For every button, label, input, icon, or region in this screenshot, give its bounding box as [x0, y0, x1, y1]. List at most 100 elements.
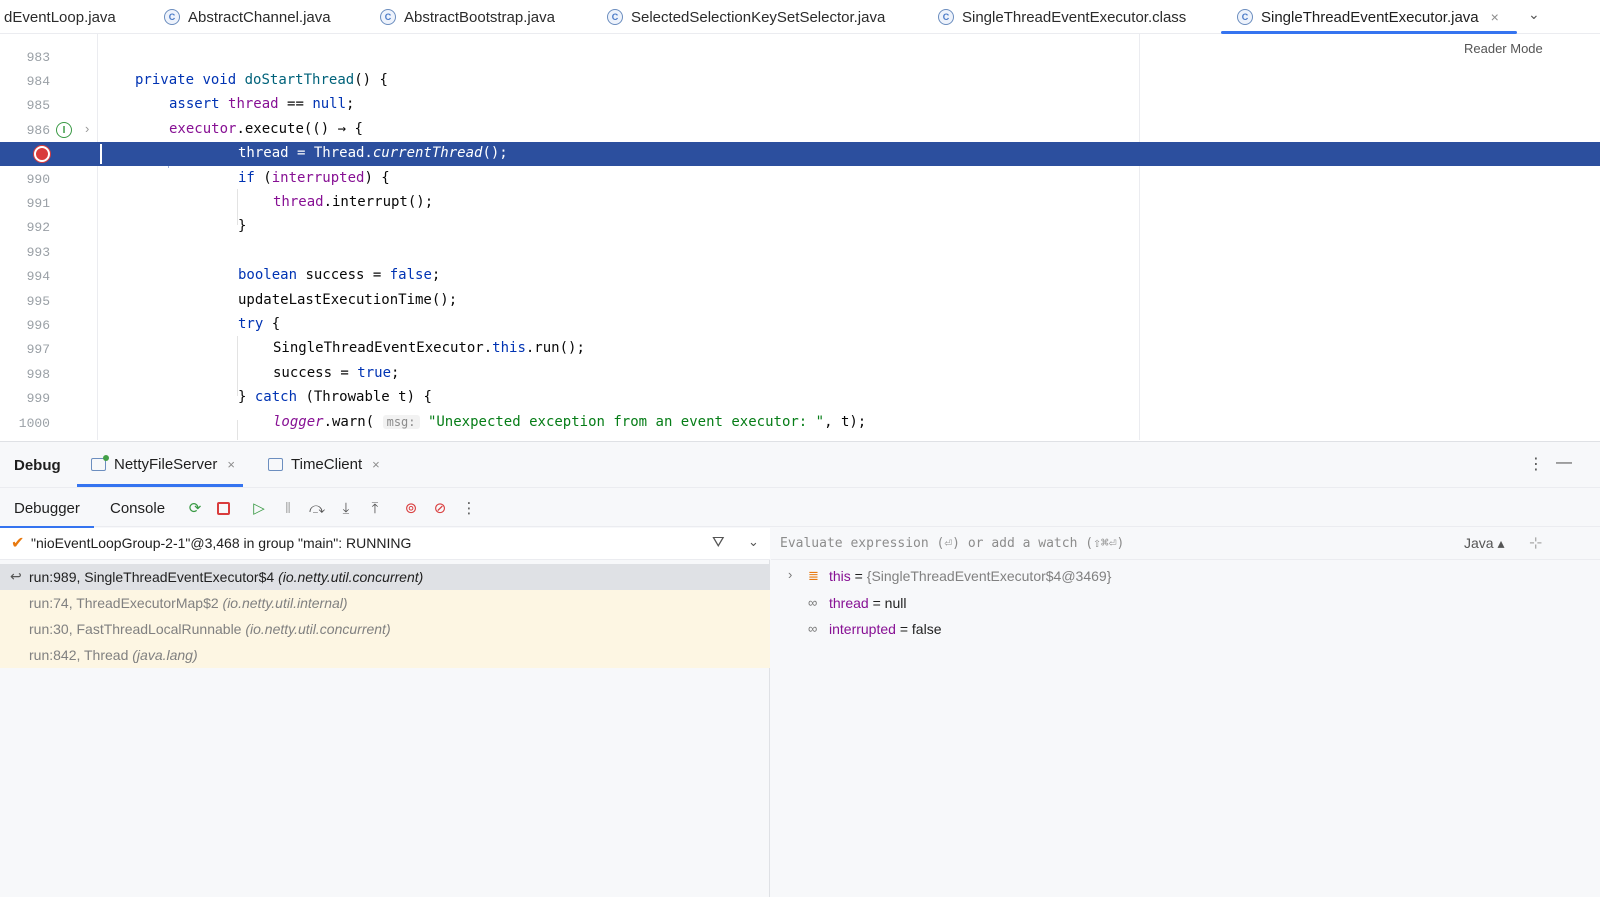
code-editor[interactable]: Reader Mode 983 984 private void doStart… [0, 34, 1600, 440]
line-number: 994 [26, 269, 50, 284]
variable-text: interrupted = false [829, 621, 942, 637]
step-into-icon[interactable]: ⤓ [336, 498, 356, 518]
line-number: 992 [26, 220, 50, 235]
watch-glasses-icon: ∞ [808, 621, 818, 636]
code-line: 993 [0, 240, 1600, 264]
code-line: 999 } catch (Throwable t) { [0, 386, 1600, 410]
chevron-down-icon[interactable]: ⌄ [1528, 6, 1540, 23]
stack-frame[interactable]: run:842, Thread (java.lang) [0, 642, 770, 668]
session-tab-timeclient[interactable]: TimeClient × [268, 442, 380, 487]
tab-eventloop[interactable]: dEventLoop.java [4, 0, 116, 34]
code-line: 984 private void doStartThread() { [0, 69, 1600, 93]
debug-title: Debug [14, 457, 61, 474]
tab-label: dEventLoop.java [4, 8, 116, 26]
code-text: SingleThreadEventExecutor.this.run(); [273, 340, 585, 356]
class-file-icon: C [164, 9, 180, 25]
expand-chevron-icon[interactable]: › [788, 567, 792, 582]
tab-label: AbstractChannel.java [188, 8, 331, 26]
eval-placeholder: Evaluate expression (⏎) or add a watch (… [780, 536, 1125, 551]
line-number: 997 [26, 342, 50, 357]
close-icon[interactable]: × [227, 457, 235, 472]
language-selector[interactable]: Java ▴ [1464, 535, 1505, 552]
code-text: try { [238, 316, 281, 332]
variable-row-this[interactable]: › ≣ this = {SingleThreadEventExecutor$4@… [771, 563, 1600, 589]
code-text: if (interrupted) { [238, 170, 390, 186]
code-text: thread = Thread.currentThread(); [238, 145, 508, 161]
tab-debugger[interactable]: Debugger [0, 488, 94, 529]
add-watch-icon[interactable]: ⊹ [1529, 533, 1542, 553]
session-tab-nettyfileserver[interactable]: NettyFileServer × [77, 442, 243, 487]
tab-label: Debugger [14, 499, 80, 517]
field-stack-icon: ≣ [808, 568, 819, 583]
code-line: 991 thread.interrupt(); [0, 191, 1600, 215]
line-number: 985 [26, 98, 50, 113]
frame-text: run:74, ThreadExecutorMap$2 (io.netty.ut… [29, 595, 348, 611]
stack-frame[interactable]: run:30, FastThreadLocalRunnable (io.nett… [0, 616, 770, 642]
variable-row-interrupted[interactable]: ∞ interrupted = false [771, 616, 1600, 642]
evaluate-expression-field[interactable]: Evaluate expression (⏎) or add a watch (… [771, 528, 1600, 560]
stop-icon[interactable] [213, 498, 233, 518]
filter-icon[interactable]: ⛛ [712, 534, 725, 551]
code-text: assert thread == null; [169, 96, 355, 112]
class-file-icon: C [938, 9, 954, 25]
app-run-icon [91, 455, 109, 471]
code-line: 986 I › executor.execute(() → { [0, 118, 1600, 142]
return-arrow-icon: ↩ [10, 568, 22, 584]
chevron-down-icon[interactable]: ⌄ [748, 534, 759, 550]
code-line: 985 assert thread == null; [0, 93, 1600, 117]
variable-text: thread = null [829, 595, 907, 611]
thread-selector[interactable]: ✔ "nioEventLoopGroup-2-1"@3,468 in group… [0, 528, 770, 560]
code-line: 998 success = true; [0, 362, 1600, 386]
watch-glasses-icon: ∞ [808, 595, 818, 610]
tab-label: Console [110, 499, 166, 517]
view-breakpoints-icon[interactable]: ⊚ [401, 498, 421, 518]
breakpoint-icon[interactable] [34, 146, 50, 162]
tab-console[interactable]: Console [110, 488, 165, 528]
minimize-icon[interactable]: — [1556, 454, 1572, 472]
line-number: 999 [26, 391, 50, 406]
tab-label: SingleThreadEventExecutor.class [962, 8, 1187, 26]
code-line: 995 updateLastExecutionTime(); [0, 289, 1600, 313]
code-text: } catch (Throwable t) { [238, 389, 432, 405]
line-number: 984 [26, 74, 50, 89]
frame-text: run:842, Thread (java.lang) [29, 647, 198, 663]
mute-breakpoints-icon[interactable]: ⊘ [430, 498, 450, 518]
tab-abstractbootstrap[interactable]: C AbstractBootstrap.java [380, 0, 555, 34]
text-caret [100, 144, 102, 164]
more-options-icon[interactable]: ⋮ [459, 498, 479, 518]
code-line: 990 if (interrupted) { [0, 167, 1600, 191]
tab-abstractchannel[interactable]: C AbstractChannel.java [164, 0, 331, 34]
code-text: updateLastExecutionTime(); [238, 292, 458, 308]
close-icon[interactable]: × [372, 457, 380, 472]
code-text: thread.interrupt(); [273, 194, 434, 210]
step-over-icon[interactable]: ⤼ [307, 498, 327, 518]
more-options-icon[interactable]: ⋮ [1528, 454, 1544, 474]
stack-frame[interactable]: run:74, ThreadExecutorMap$2 (io.netty.ut… [0, 590, 770, 616]
tab-label: AbstractBootstrap.java [404, 8, 555, 26]
fold-chevron-icon[interactable]: › [85, 121, 89, 136]
execution-point-line: thread = Thread.currentThread(); [0, 142, 1600, 166]
line-number: 986 [26, 123, 50, 138]
tab-singlethreadeventexecutor-class[interactable]: C SingleThreadEventExecutor.class [938, 0, 1186, 34]
variable-row-thread[interactable]: ∞ thread = null [771, 590, 1600, 616]
line-number: 998 [26, 367, 50, 382]
tab-label: SelectedSelectionKeySetSelector.java [631, 8, 886, 26]
code-line: 994 boolean success = false; [0, 264, 1600, 288]
checkmark-icon: ✔ [11, 535, 25, 552]
step-out-icon[interactable]: ⤒ [365, 498, 385, 518]
session-label: TimeClient [291, 456, 363, 473]
resume-icon[interactable]: ▷ [249, 498, 269, 518]
code-line: 983 [0, 45, 1600, 69]
line-number: 1000 [18, 416, 50, 431]
app-icon [268, 458, 283, 471]
class-file-icon: C [1237, 9, 1253, 25]
pause-icon[interactable]: ‖ [278, 498, 298, 518]
implementation-icon[interactable]: I [56, 122, 72, 138]
tab-label: SingleThreadEventExecutor.java [1261, 8, 1479, 26]
tab-singlethreadeventexecutor-java[interactable]: C SingleThreadEventExecutor.java × [1221, 0, 1517, 34]
tab-selectedselectionkeysetselector[interactable]: C SelectedSelectionKeySetSelector.java [607, 0, 885, 34]
stack-frame[interactable]: ↩ run:989, SingleThreadEventExecutor$4 (… [0, 564, 770, 590]
frames-panel: ✔ "nioEventLoopGroup-2-1"@3,468 in group… [0, 528, 770, 897]
close-icon[interactable]: × [1491, 9, 1499, 25]
rerun-icon[interactable]: ⟳ [185, 498, 205, 518]
